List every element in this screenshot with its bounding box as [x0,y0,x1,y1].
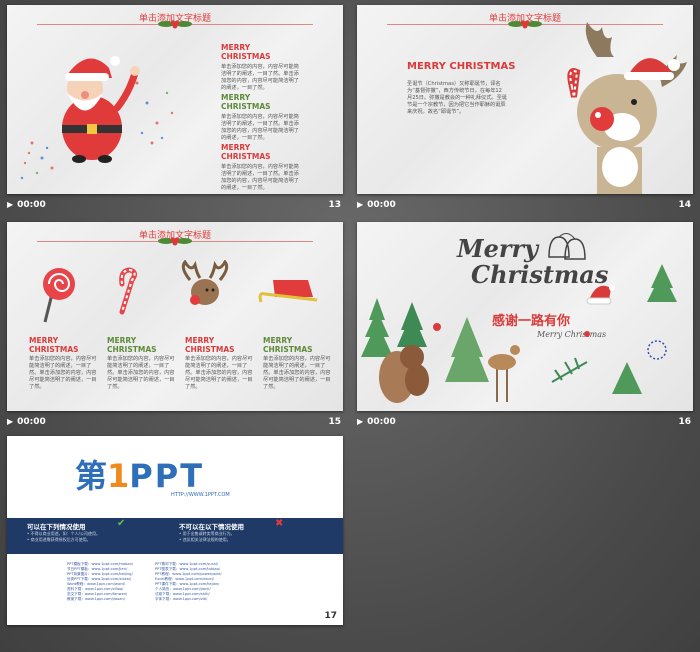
section-heading: MERRY CHRISTMAS [407,61,516,72]
slide-number: 16 [678,417,691,427]
slide-number: 13 [328,200,341,210]
column-body: 单击添加您的内容，内容尽可能简洁明了的阐述，一目了然。单击添加您的内容，内容尽可… [263,356,331,390]
section-heading: MERRY CHRISTMAS [221,43,271,61]
slide-thumbnail-14[interactable]: 单击添加文字标题 MERRY CHRISTMAS 圣诞节（Christmas）又… [357,5,693,194]
cross-icon: ✖ [275,518,284,529]
section-heading: MERRY CHRISTMAS [221,143,271,161]
slide-timing: 00:00 [367,200,396,210]
play-icon[interactable]: ▶ [357,417,363,426]
column-body: 单击添加您的内容，内容尽可能简洁明了的阐述，一目了然。单击添加您的内容，内容尽可… [107,356,175,390]
can-use-title: 可以在下列情况使用 [27,523,86,531]
section-body: 圣诞节（Christmas）又称耶诞节，译名为“基督弥撒”，西方传统节日，在每年… [407,81,507,115]
column-heading: MERRY CHRISTMAS [263,336,313,354]
slide-number: 15 [328,417,341,427]
column-heading: MERRY CHRISTMAS [29,336,79,354]
check-icon: ✔ [117,518,126,529]
slide-thumbnail-16[interactable]: Merry Christmas 感谢一路有你 Merry Christmas [357,222,693,411]
column-body: 单击添加您的内容，内容尽可能简洁明了的阐述，一目了然。单击添加您的内容，内容尽可… [29,356,97,390]
forest-illustration [361,264,677,403]
links-left: PPT模板下载：www.1ppt.com/moban/节日PPT模板：www.1… [67,562,134,601]
cannot-use-title: 不可以在以下情况使用 [179,523,244,531]
logo-url: HTTP://WWW.1PPT.COM [171,492,230,498]
santa-illustration [20,56,174,180]
cannot-use-list: • 用于出售或转卖等商业行为。 • 违反相关法律法规的使用。 [179,531,235,542]
slide-footer: ▶ 00:00 16 [357,414,693,432]
candy-cane-icon [119,267,138,315]
slide-timing: 00:00 [367,417,396,427]
reindeer-head-icon [181,260,229,305]
play-icon[interactable]: ▶ [7,200,13,209]
holly-icon [158,20,192,29]
sled-icon [258,280,318,303]
lollipop-icon [43,268,75,323]
can-use-list: • 不得以商业用途，如：个人/公司使用。 • 商业用途需获得授权后方可使用。 [27,531,100,542]
slide-footer: ▶ 00:00 14 [357,197,693,215]
slide-thumbnail-13[interactable]: 单击添加文字标题 MERRY CHRISTMAS 单击添加您的内容，内容尽可能简… [7,5,343,194]
column-heading: MERRY CHRISTMAS [185,336,235,354]
play-icon[interactable]: ▶ [7,417,13,426]
links-right: PPT素材下载：www.1ppt.com/sucai/PPT图表下载：www.1… [155,562,222,601]
play-icon[interactable]: ▶ [357,200,363,209]
section-body: 单击添加您的内容，内容尽可能简洁明了的阐述，一目了然。单击添加您的内容，内容尽可… [221,114,299,141]
slide-footer: ▶ 00:00 15 [7,414,343,432]
slide-thumbnail-17[interactable]: 第1PPT HTTP://WWW.1PPT.COM 可以在下列情况使用 ✔ • … [7,436,343,625]
section-heading: MERRY CHRISTMAS [221,93,271,111]
logo: 第1PPT [75,457,205,495]
slide-number: 17 [324,611,337,621]
section-body: 单击添加您的内容，内容尽可能简洁明了的阐述，一目了然。单击添加您的内容，内容尽可… [221,64,299,91]
slide-thumbnail-15[interactable]: 单击添加文字标题 MERRY CHRISTMAS 单击添加您的内容，内容尽可能简洁… [7,222,343,411]
slide-timing: 00:00 [17,200,46,210]
slide-timing: 00:00 [17,417,46,427]
reindeer-illustration [567,22,687,194]
section-body: 单击添加您的内容，内容尽可能简洁明了的阐述，一目了然。单击添加您的内容，内容尽可… [221,164,299,191]
column-heading: MERRY CHRISTMAS [107,336,157,354]
bells-icon [548,233,586,260]
holly-icon [158,237,192,246]
holly-icon [508,20,542,29]
slide-footer: ▶ 00:00 13 [7,197,343,215]
slide-number: 14 [678,200,691,210]
column-body: 单击添加您的内容，内容尽可能简洁明了的阐述，一目了然。单击添加您的内容，内容尽可… [185,356,253,390]
usage-banner: 可以在下列情况使用 ✔ • 不得以商业用途，如：个人/公司使用。 • 商业用途需获… [7,518,343,554]
